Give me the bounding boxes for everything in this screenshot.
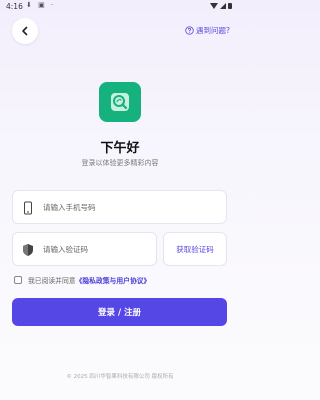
shield-icon xyxy=(23,244,33,256)
privacy-policy-link[interactable]: 《隐私政策与用户协议》 xyxy=(76,275,151,285)
agreement-row: 我已阅读并同意 《隐私政策与用户协议》 xyxy=(14,275,150,285)
question-circle-icon xyxy=(185,26,194,35)
code-input[interactable] xyxy=(43,233,148,265)
chevron-left-icon xyxy=(22,26,28,36)
phone-icon xyxy=(24,201,32,215)
status-time: 4:16 xyxy=(6,2,23,11)
wifi-icon xyxy=(210,3,218,9)
status-right-icons xyxy=(210,2,234,12)
battery-icon xyxy=(228,3,232,9)
phone-field[interactable] xyxy=(12,190,227,224)
greeting-subtitle: 登录以体验更多精彩内容 xyxy=(81,159,159,167)
greeting-title: 下午好 xyxy=(100,141,140,156)
code-field[interactable] xyxy=(12,232,157,266)
search-leaf-icon xyxy=(111,93,129,111)
phone-input[interactable] xyxy=(43,191,213,223)
back-button[interactable] xyxy=(12,18,38,44)
help-label: 遇到问题? xyxy=(196,26,230,35)
signal-icon xyxy=(220,3,226,9)
status-bar: 4:16 ⬇ ▣ · xyxy=(0,0,240,14)
agreement-text: 我已阅读并同意 xyxy=(28,277,76,285)
login-register-button[interactable]: 登录 / 注册 xyxy=(12,298,227,326)
get-code-button[interactable]: 获取验证码 xyxy=(163,232,227,266)
status-notification-icons: ⬇ ▣ · xyxy=(26,1,56,9)
agreement-checkbox[interactable] xyxy=(14,276,22,284)
help-link[interactable]: 遇到问题? xyxy=(185,25,230,36)
app-logo xyxy=(99,82,141,122)
copyright-footer: © 2025 四川华智果科技有限公司 版权所有 xyxy=(66,374,174,380)
